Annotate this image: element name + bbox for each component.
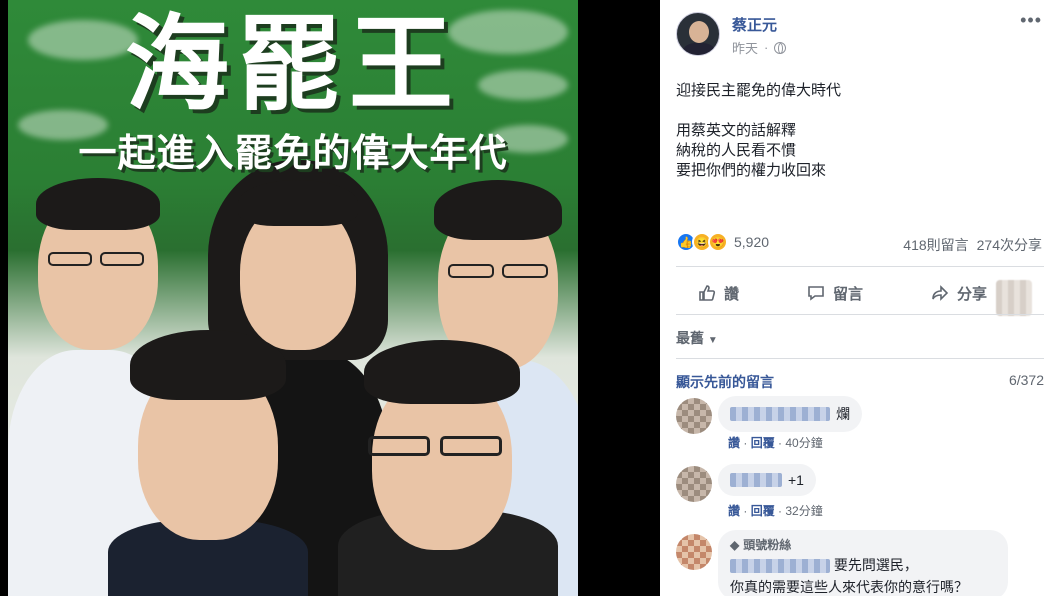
comment-text: 爛 xyxy=(836,406,850,422)
comment-actions: 讚 · 回覆 · 32分鐘 xyxy=(728,504,823,518)
reactions-summary[interactable]: 👍 😆 😍 5,920 xyxy=(676,232,769,252)
comment-bubble: +1 xyxy=(718,464,816,496)
post-text-line: 納稅的人民看不慣 xyxy=(676,142,797,159)
like-button[interactable]: 讚 xyxy=(698,283,739,304)
comment-like-link[interactable]: 讚 xyxy=(728,436,740,450)
commenter-avatar[interactable] xyxy=(676,534,712,570)
post-actions: 讚 留言 分享 xyxy=(676,276,1044,310)
post-stats: 418則留言 274次分享 xyxy=(903,235,1042,255)
person-front-left xyxy=(108,320,308,596)
comment-time[interactable]: 40分鐘 xyxy=(785,436,822,450)
thumbs-up-icon xyxy=(699,285,716,301)
commenter-avatar[interactable] xyxy=(676,466,712,502)
comment-bubble: ◆ 頭號粉絲 要先問選民， 你真的需要這些人來代表你的意行嗎？ xyxy=(718,530,1008,596)
caret-down-icon: ▼ xyxy=(707,335,718,346)
commenter-name[interactable] xyxy=(730,407,830,421)
comment-actions: 讚 · 回覆 · 40分鐘 xyxy=(728,436,823,450)
divider xyxy=(676,266,1044,267)
comment-bubble: 爛 xyxy=(718,396,862,432)
comment-reply-link[interactable]: 回覆 xyxy=(751,504,775,518)
diamond-icon: ◆ xyxy=(730,537,740,552)
post-text-line: 迎接民主罷免的偉大時代 xyxy=(676,82,842,99)
poster-subtitle: 一起進入罷免的偉大年代 xyxy=(78,131,508,175)
poster-image: 海罷王 一起進入罷免的偉大年代 xyxy=(8,0,578,596)
person-front-right xyxy=(338,330,558,596)
post-time[interactable]: 昨天 xyxy=(732,38,758,57)
ellipsis-icon[interactable]: ••• xyxy=(1020,10,1042,31)
divider xyxy=(676,358,1044,359)
commenter-name[interactable] xyxy=(730,559,830,574)
comments-counter: 6/372 xyxy=(1008,372,1044,388)
author-name[interactable]: 蔡正元 xyxy=(732,14,777,35)
commenter-avatar[interactable] xyxy=(676,398,712,434)
share-arrow-icon xyxy=(932,285,949,301)
post-panel: 蔡正元 昨天 · ••• 迎接民主罷免的偉大時代 用蔡英文的話解釋 納稅的人民看… xyxy=(660,0,1060,596)
post-text-line: 要把你們的權力收回來 xyxy=(676,162,827,179)
poster-title: 海罷王 xyxy=(124,3,461,125)
comments-count[interactable]: 418則留言 xyxy=(903,235,968,255)
comment-icon xyxy=(808,286,824,301)
comment-text: +1 xyxy=(788,472,804,488)
share-label: 分享 xyxy=(957,285,988,303)
comment-text: 要先問選民， xyxy=(833,557,918,573)
shares-count[interactable]: 274次分享 xyxy=(977,235,1042,255)
reaction-count: 5,920 xyxy=(734,234,770,250)
badge-label: 頭號粉絲 xyxy=(743,538,792,552)
post-meta: 昨天 · xyxy=(732,38,787,57)
post-text-line: 用蔡英文的話解釋 xyxy=(676,122,797,139)
viewer-avatar[interactable] xyxy=(996,280,1032,316)
comment-like-link[interactable]: 讚 xyxy=(728,504,740,518)
comment-text: 你真的需要這些人來代表你的意行嗎？ xyxy=(730,579,968,595)
commenter-name[interactable] xyxy=(730,473,782,487)
divider xyxy=(676,314,1044,315)
comment-sort-dropdown[interactable]: 最舊 ▼ xyxy=(676,328,718,348)
share-button[interactable]: 分享 xyxy=(931,283,987,304)
post-photo[interactable]: 海罷王 一起進入罷免的偉大年代 xyxy=(0,0,660,596)
sort-label: 最舊 xyxy=(676,330,704,346)
author-avatar[interactable] xyxy=(676,12,720,56)
comment-label: 留言 xyxy=(833,285,864,303)
top-fan-badge: ◆ 頭號粉絲 xyxy=(730,536,791,553)
globe-icon xyxy=(774,41,787,54)
view-previous-comments-link[interactable]: 顯示先前的留言 xyxy=(676,372,774,392)
like-label: 讚 xyxy=(724,285,740,303)
love-face-reaction-icon: 😍 xyxy=(708,232,728,252)
comment-reply-link[interactable]: 回覆 xyxy=(751,436,775,450)
comment-button[interactable]: 留言 xyxy=(807,283,863,304)
comment-time[interactable]: 32分鐘 xyxy=(785,504,822,518)
